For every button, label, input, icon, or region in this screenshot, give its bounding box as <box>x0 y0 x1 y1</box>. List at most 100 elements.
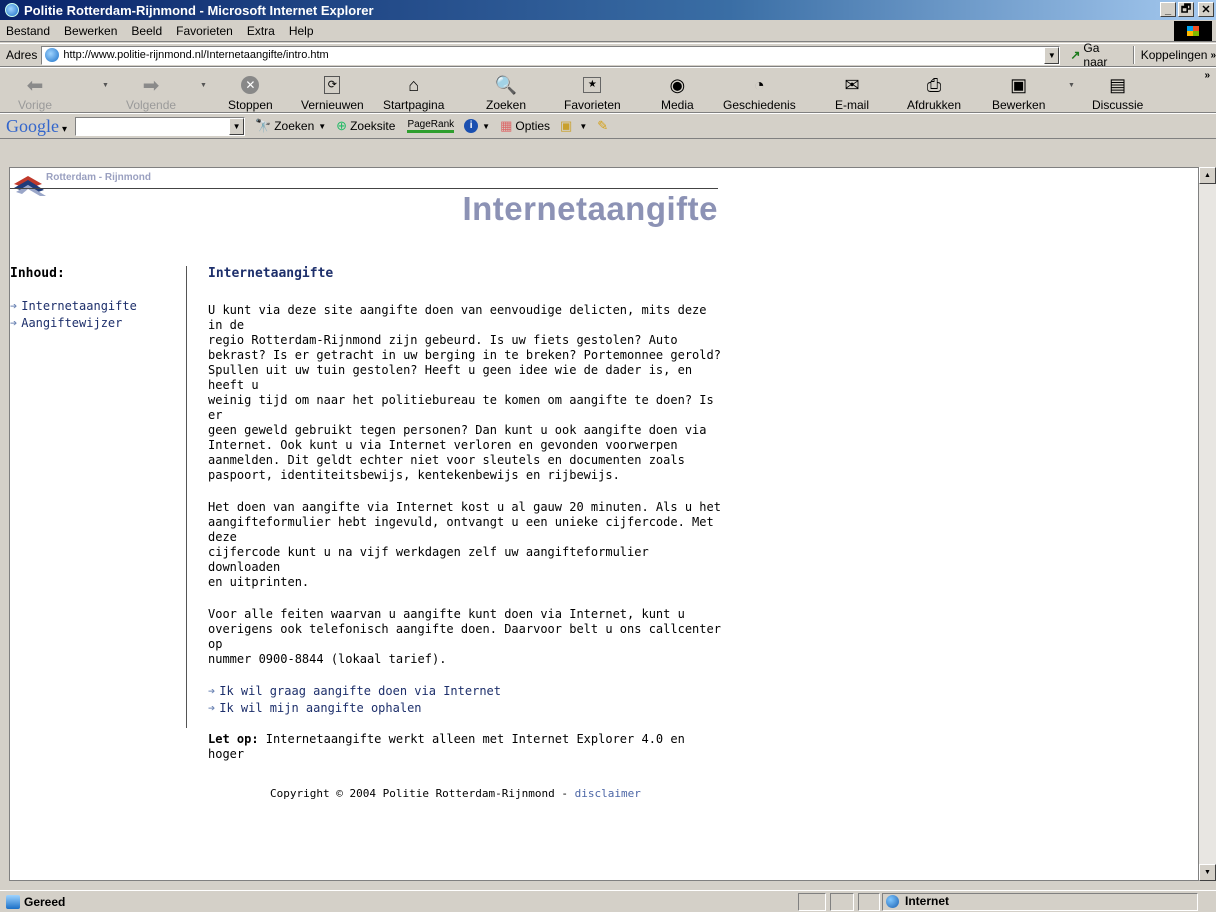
arrow-icon: ➔ <box>208 701 216 715</box>
menu-bar: Bestand Bewerken Beeld Favorieten Extra … <box>0 20 1216 42</box>
sidebar-link-internetaangifte[interactable]: ➔ Internetaangifte <box>10 299 186 313</box>
page-status-icon <box>6 894 20 909</box>
intro-paragraph: U kunt via deze site aangifte doen van e… <box>208 303 728 483</box>
history-button[interactable]: ◔ Geschiedenis <box>723 74 796 113</box>
text-line: geen geweld gebruikt tegen personen? Dan… <box>208 423 707 437</box>
menu-favorites[interactable]: Favorieten <box>176 24 233 38</box>
stop-label: Stoppen <box>228 98 273 112</box>
text-line: U kunt via deze site aangifte doen van e… <box>208 303 707 332</box>
vertical-scrollbar[interactable]: ▲ ▼ <box>1199 167 1216 881</box>
text-line: regio Rotterdam-Rijnmond zijn gebeurd. I… <box>208 333 678 347</box>
links-button[interactable]: Koppelingen <box>1141 48 1208 62</box>
link-retrieve-report[interactable]: ➔ Ik wil mijn aangifte ophalen <box>208 701 728 716</box>
forward-dropdown-icon[interactable]: ▼ <box>200 82 207 89</box>
close-button[interactable]: ✕ <box>1198 2 1214 17</box>
text-line: en uitprinten. <box>208 575 310 589</box>
sidebar-link-label: Aangiftewijzer <box>21 316 123 330</box>
arrow-icon: ➔ <box>10 299 18 313</box>
google-search-label: Zoeken <box>274 119 315 133</box>
back-label: Vorige <box>18 98 53 112</box>
search-button[interactable]: 🔍 Zoeken <box>486 74 526 113</box>
page-viewport: Rotterdam - Rijnmond Internetaangifte In… <box>9 167 1199 881</box>
disclaimer-link[interactable]: disclaimer <box>575 787 641 800</box>
browser-note: Let op: Internetaangifte werkt alleen me… <box>208 732 728 762</box>
media-label: Media <box>661 98 694 112</box>
forward-arrow-icon: ➡ <box>142 74 160 97</box>
pagerank-indicator[interactable]: PageRank <box>407 119 455 133</box>
link-file-report[interactable]: ➔ Ik wil graag aangifte doen via Internet <box>208 684 728 699</box>
column-divider <box>186 266 187 728</box>
history-icon: ◔ <box>753 74 765 95</box>
menu-edit[interactable]: Bewerken <box>64 24 117 38</box>
back-dropdown-icon[interactable]: ▼ <box>102 82 109 89</box>
minimize-button[interactable]: _ <box>1160 2 1176 17</box>
options-button[interactable]: ▦ Opties <box>500 118 550 134</box>
arrow-icon: ➔ <box>208 684 216 698</box>
content-heading: Internetaangifte <box>208 266 334 281</box>
mail-label: E-mail <box>835 98 870 112</box>
address-dropdown-icon[interactable]: ▼ <box>1044 46 1060 64</box>
status-bar: Gereed Internet <box>0 890 1216 912</box>
media-button[interactable]: ◉ Media <box>661 74 694 113</box>
text-line: weinig tijd om naar het politiebureau te… <box>208 393 714 422</box>
forward-label: Volgende <box>126 98 177 112</box>
folder-dropdown-icon[interactable]: ▼ <box>579 122 587 131</box>
google-site-button[interactable]: ⊕ Zoeksite <box>336 118 395 134</box>
globe-icon <box>886 894 899 908</box>
sidebar-link-aangiftewijzer[interactable]: ➔ Aangiftewijzer <box>10 316 186 330</box>
scroll-down-icon[interactable]: ▼ <box>1199 864 1216 881</box>
copyright: Copyright © 2004 Politie Rotterdam-Rijnm… <box>270 786 728 801</box>
back-button[interactable]: ⬅ Vorige <box>18 74 53 113</box>
folder-icon: ▣ <box>560 118 573 133</box>
address-input[interactable]: http://www.politie-rijnmond.nl/Interneta… <box>41 45 1061 65</box>
edit-icon: ▣ <box>1010 74 1028 95</box>
forward-button[interactable]: ➡ Volgende <box>126 74 177 113</box>
favorites-label: Favorieten <box>564 98 621 112</box>
favorites-button[interactable]: ★ Favorieten <box>564 74 621 112</box>
police-logo <box>14 176 46 196</box>
options-icon: ▦ <box>500 118 513 133</box>
google-search-dropdown-arrow-icon[interactable]: ▼ <box>318 122 326 131</box>
maximize-button[interactable]: 🗗 <box>1178 2 1194 17</box>
sidebar-link-label: Internetaangifte <box>21 299 137 313</box>
go-button[interactable]: ↗ Ga naar <box>1070 41 1126 69</box>
refresh-button[interactable]: ⟳ Vernieuwen <box>301 74 364 112</box>
chevron-icon[interactable]: » <box>1210 50 1216 61</box>
address-url[interactable]: http://www.politie-rijnmond.nl/Interneta… <box>63 49 328 61</box>
sidebar: Inhoud: ➔ Internetaangifte ➔ Aangiftewijze… <box>10 266 186 333</box>
discuss-icon: ▤ <box>1109 74 1127 95</box>
google-search-dropdown-icon[interactable]: ▼ <box>229 117 245 135</box>
stop-button[interactable]: ✕ Stoppen <box>228 74 273 112</box>
link-label: Ik wil mijn aangifte ophalen <box>219 701 422 715</box>
text-line: Het doen van aangifte via Internet kost … <box>208 500 721 514</box>
text-line: aangifteformulier hebt ingevuld, ontvang… <box>208 515 714 544</box>
discuss-button[interactable]: ▤ Discussie <box>1092 74 1143 113</box>
menu-help[interactable]: Help <box>289 24 314 38</box>
folder-button[interactable]: ▣ ▼ <box>560 118 587 134</box>
text-line: cijfercode kunt u na vijf werkdagen zelf… <box>208 545 649 574</box>
status-text: Gereed <box>24 894 66 909</box>
mail-button[interactable]: ✉ E-mail <box>835 74 870 113</box>
info-button[interactable]: i ▼ <box>464 119 490 133</box>
google-search-button[interactable]: 🔭 Zoeken ▼ <box>255 118 326 134</box>
edit-dropdown-icon[interactable]: ▼ <box>1068 82 1075 89</box>
status-cell <box>858 893 880 911</box>
toolbar-chevron-icon[interactable]: » <box>1204 70 1210 81</box>
favorites-icon: ★ <box>580 74 604 96</box>
edit-button[interactable]: ▣ Bewerken <box>992 74 1045 113</box>
highlight-button[interactable]: ✎ <box>597 118 611 134</box>
menu-view[interactable]: Beeld <box>131 24 162 38</box>
refresh-icon: ⟳ <box>320 74 344 96</box>
info-dropdown-icon[interactable]: ▼ <box>482 122 490 131</box>
home-icon: ⌂ <box>408 74 420 95</box>
google-logo[interactable]: Google ▾ <box>6 116 67 137</box>
print-button[interactable]: ⎙ Afdrukken <box>907 74 961 113</box>
google-search-input[interactable]: ▼ <box>75 116 246 136</box>
menu-tools[interactable]: Extra <box>247 24 275 38</box>
home-label: Startpagina <box>383 98 445 112</box>
scroll-up-icon[interactable]: ▲ <box>1199 167 1216 184</box>
phone-paragraph: Voor alle feiten waarvan u aangifte kunt… <box>208 607 728 667</box>
menu-file[interactable]: Bestand <box>6 24 50 38</box>
go-arrow-icon: ↗ <box>1070 48 1081 62</box>
home-button[interactable]: ⌂ Startpagina <box>383 74 445 113</box>
